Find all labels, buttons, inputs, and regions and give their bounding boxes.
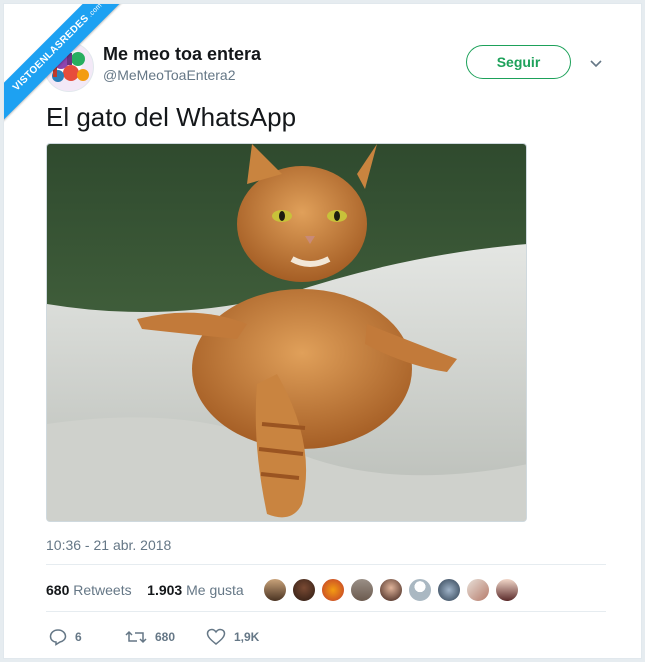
heart-icon	[206, 628, 226, 645]
retweets-label: Retweets	[73, 582, 132, 598]
watermark-suffix: .com	[87, 4, 104, 19]
likes-label: Me gusta	[186, 582, 244, 598]
liker-avatar[interactable]	[263, 578, 287, 602]
engagement-stats: 680 Retweets 1.903 Me gusta	[46, 582, 244, 598]
liker-avatar[interactable]	[408, 578, 432, 602]
cat-photo-image	[47, 144, 526, 521]
divider	[46, 564, 606, 565]
retweet-count: 680	[155, 630, 176, 644]
watermark-ribbon: VISTOENLASREDES.com	[4, 4, 134, 134]
tweet-timestamp[interactable]: 10:36 - 21 abr. 2018	[46, 537, 171, 553]
like-count: 1,9K	[234, 630, 260, 644]
liker-avatar[interactable]	[321, 578, 345, 602]
liker-avatar[interactable]	[437, 578, 461, 602]
likes-stat[interactable]: 1.903 Me gusta	[147, 582, 244, 598]
chevron-down-icon[interactable]	[587, 54, 605, 72]
liker-avatar[interactable]	[379, 578, 403, 602]
liker-avatar[interactable]	[292, 578, 316, 602]
tweet-photo[interactable]	[46, 143, 527, 522]
liker-avatar[interactable]	[466, 578, 490, 602]
watermark-text: VISTOENLASREDES	[10, 12, 92, 94]
retweets-stat[interactable]: 680 Retweets	[46, 582, 132, 598]
like-button[interactable]: 1,9K	[206, 628, 259, 646]
liker-avatar[interactable]	[350, 578, 374, 602]
divider	[46, 611, 606, 612]
likes-count: 1.903	[147, 582, 183, 598]
reply-icon	[49, 629, 67, 646]
retweet-icon	[125, 630, 147, 644]
reply-count: 6	[75, 630, 82, 644]
follow-button[interactable]: Seguir	[466, 45, 571, 79]
reply-button[interactable]: 6	[49, 628, 82, 646]
liker-avatar[interactable]	[495, 578, 519, 602]
tweet-card: VISTOENLASREDES.com Me meo toa entera @M…	[3, 3, 642, 659]
retweets-count: 680	[46, 582, 70, 598]
retweet-button[interactable]: 680	[125, 628, 175, 646]
